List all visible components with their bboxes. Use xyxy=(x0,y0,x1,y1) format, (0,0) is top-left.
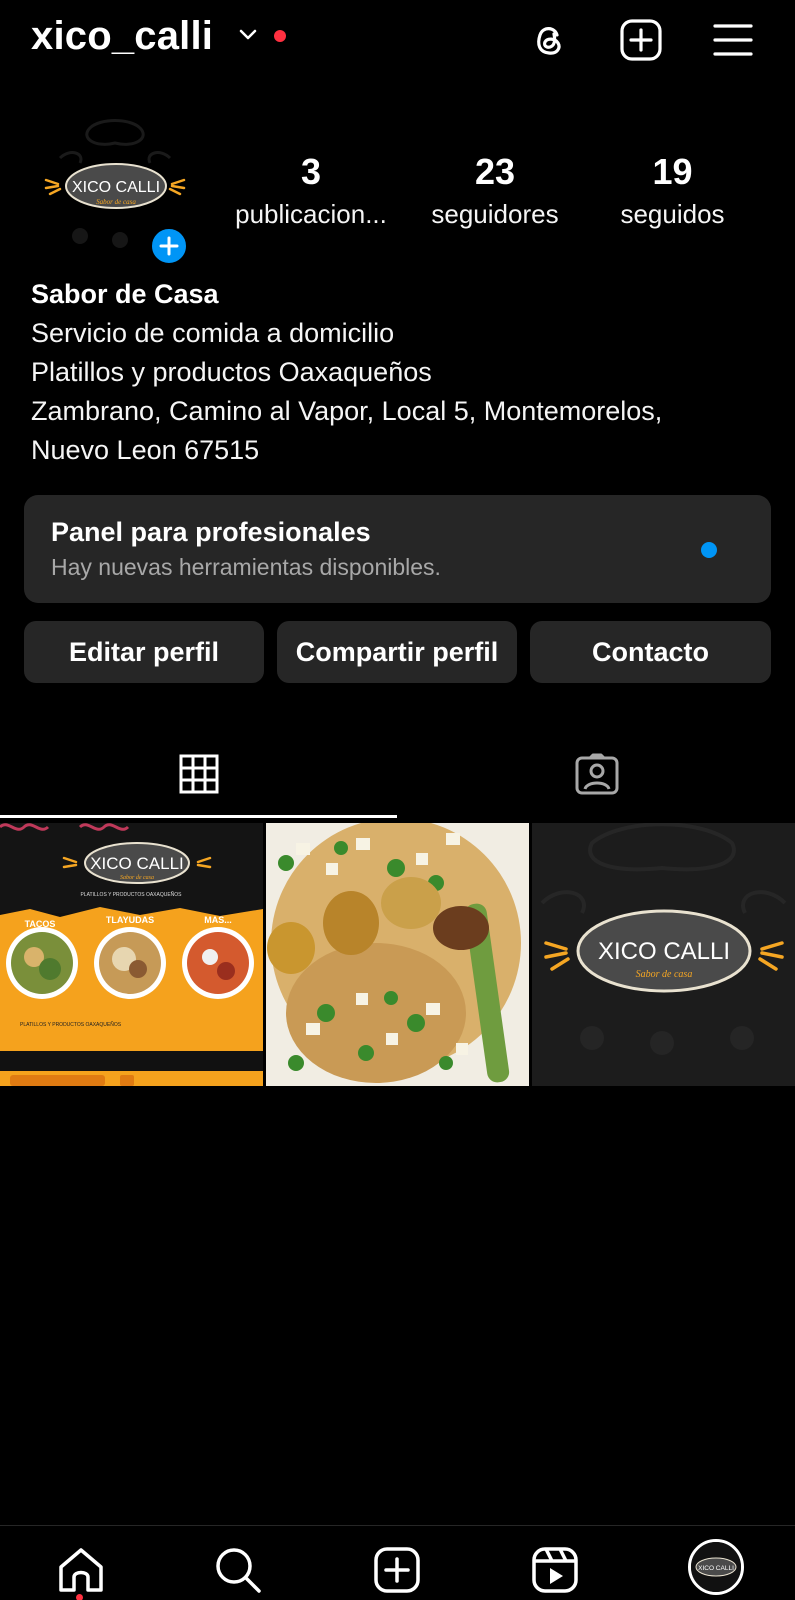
profile-tab-avatar[interactable]: XICO CALLI xyxy=(688,1539,744,1595)
profile-avatar-mini: XICO CALLI xyxy=(691,1542,741,1592)
followers-label: seguidores xyxy=(431,199,559,229)
create-icon[interactable] xyxy=(372,1545,422,1595)
contact-button[interactable]: Contacto xyxy=(530,621,771,683)
post-image: XICO CALLI Sabor de casa PLATILLOS Y PRO… xyxy=(0,823,263,1086)
following-count: 19 xyxy=(652,151,693,192)
following-stat[interactable]: 19 seguidos xyxy=(600,150,745,234)
post-image xyxy=(266,823,529,1086)
posts-stat[interactable]: 3 publicacion... xyxy=(225,150,397,234)
grid-icon xyxy=(179,754,218,794)
new-post-icon[interactable] xyxy=(619,18,663,62)
profile-avatar-area[interactable]: XICO CALLI Sabor de casa xyxy=(40,118,190,268)
posts-count: 3 xyxy=(300,151,322,192)
post1-footer: PLATILLOS Y PRODUCTOS OAXAQUEÑOS xyxy=(20,1021,122,1028)
account-username[interactable]: xico_calli xyxy=(31,14,213,59)
menu-icon[interactable] xyxy=(711,18,755,62)
plus-icon xyxy=(159,236,179,256)
posts-label: publicacion... xyxy=(235,199,387,229)
followers-stat[interactable]: 23 seguidores xyxy=(415,150,575,234)
edit-profile-button[interactable]: Editar perfil xyxy=(24,621,264,683)
bio-address[interactable]: Zambrano, Camino al Vapor, Local 5, Mont… xyxy=(31,392,771,431)
search-icon[interactable] xyxy=(213,1545,263,1595)
reels-icon[interactable] xyxy=(530,1545,580,1595)
post1-label-tlayudas: TLAYUDAS xyxy=(106,915,154,925)
top-bar: xico_calli xyxy=(0,0,795,80)
bio-line: Platillos y productos Oaxaqueños xyxy=(31,357,432,387)
post1-label-mas: MAS... xyxy=(204,915,232,925)
new-tools-dot xyxy=(701,542,717,558)
tab-posts-grid[interactable] xyxy=(0,730,397,818)
pro-panel-subtitle: Hay nuevas herramientas disponibles. xyxy=(51,554,441,580)
tab-tagged[interactable] xyxy=(398,730,795,818)
selected-tab-indicator xyxy=(0,815,397,818)
bio-address[interactable]: Nuevo Leon 67515 xyxy=(31,431,771,470)
notification-dot xyxy=(274,30,286,42)
profile-bio: Sabor de Casa Servicio de comida a domic… xyxy=(31,274,771,470)
posts-grid: XICO CALLI Sabor de casa PLATILLOS Y PRO… xyxy=(0,823,795,1086)
post1-logo-name: XICO CALLI xyxy=(90,854,184,873)
post1-logo-tagline: Sabor de casa xyxy=(120,875,154,881)
avatar-logo-tagline: Sabor de casa xyxy=(96,198,136,206)
bio-name: Sabor de Casa xyxy=(31,279,219,309)
following-label: seguidos xyxy=(620,199,725,229)
bio-line: Servicio de comida a domicilio xyxy=(31,318,395,348)
threads-icon[interactable] xyxy=(527,18,571,62)
post-thumbnail-menu-flyer[interactable]: XICO CALLI Sabor de casa PLATILLOS Y PRO… xyxy=(0,823,263,1086)
profile-avatar-mini-text: XICO CALLI xyxy=(698,1565,734,1572)
followers-count: 23 xyxy=(474,151,516,192)
post-thumbnail-tacos[interactable] xyxy=(266,823,529,1086)
post-thumbnail-logo[interactable]: XICO CALLI Sabor de casa xyxy=(532,823,795,1086)
post3-logo-tagline: Sabor de casa xyxy=(636,969,693,980)
avatar-logo-name: XICO CALLI xyxy=(72,179,160,196)
profile-stats: 3 publicacion... 23 seguidores 19 seguid… xyxy=(225,150,745,240)
chevron-down-icon[interactable] xyxy=(238,28,258,42)
post3-logo-name: XICO CALLI xyxy=(598,938,730,965)
add-story-button[interactable] xyxy=(149,226,189,266)
pro-panel-title: Panel para profesionales xyxy=(51,517,371,547)
home-icon[interactable] xyxy=(56,1545,106,1595)
share-profile-button[interactable]: Compartir perfil xyxy=(277,621,517,683)
profile-tabs xyxy=(0,730,795,818)
post-image: XICO CALLI Sabor de casa xyxy=(532,823,795,1086)
professional-dashboard-panel[interactable]: Panel para profesionales Hay nuevas herr… xyxy=(24,495,771,603)
tagged-icon xyxy=(575,753,618,795)
post1-subtitle: PLATILLOS Y PRODUCTOS OAXAQUEÑOS xyxy=(80,891,182,898)
profile-actions: Editar perfil Compartir perfil Contacto xyxy=(24,621,771,683)
home-notification-dot xyxy=(76,1594,83,1600)
